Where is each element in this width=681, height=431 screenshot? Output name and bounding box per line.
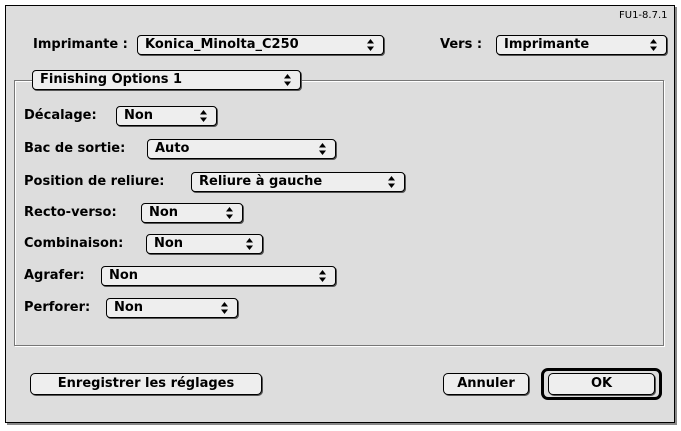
up-down-arrows-icon xyxy=(318,267,327,285)
up-down-arrows-icon xyxy=(220,299,229,317)
binding-position-popup[interactable]: Reliure à gauche xyxy=(191,172,405,192)
printer-popup[interactable]: Konica_Minolta_C250 xyxy=(137,35,384,55)
punch-popup-value: Non xyxy=(114,300,144,315)
ok-button[interactable]: OK xyxy=(548,373,655,395)
staple-popup[interactable]: Non xyxy=(101,266,336,286)
up-down-arrows-icon xyxy=(225,204,234,222)
offset-label: Décalage: xyxy=(24,108,97,123)
output-tray-label: Bac de sortie: xyxy=(24,141,126,156)
up-down-arrows-icon xyxy=(199,107,208,125)
up-down-arrows-icon xyxy=(283,71,292,89)
staple-label: Agrafer: xyxy=(24,268,85,283)
duplex-label: Recto-verso: xyxy=(24,205,117,220)
staple-popup-value: Non xyxy=(109,268,139,283)
up-down-arrows-icon xyxy=(245,235,254,253)
printer-popup-value: Konica_Minolta_C250 xyxy=(145,37,299,52)
duplex-popup[interactable]: Non xyxy=(141,203,243,223)
destination-popup[interactable]: Imprimante xyxy=(496,35,667,55)
panel-selector-popup[interactable]: Finishing Options 1 xyxy=(32,70,301,90)
combination-popup[interactable]: Non xyxy=(146,234,263,254)
punch-popup[interactable]: Non xyxy=(106,298,238,318)
version-label: FU1-8.7.1 xyxy=(619,10,668,21)
up-down-arrows-icon xyxy=(649,36,658,54)
offset-popup-value: Non xyxy=(124,108,154,123)
binding-position-label: Position de reliure: xyxy=(24,174,165,189)
up-down-arrows-icon xyxy=(387,173,396,191)
panel-selector-value: Finishing Options 1 xyxy=(40,72,183,87)
save-settings-button[interactable]: Enregistrer les réglages xyxy=(30,373,262,395)
destination-label: Vers : xyxy=(440,37,483,52)
offset-popup[interactable]: Non xyxy=(116,106,217,126)
duplex-popup-value: Non xyxy=(149,205,179,220)
cancel-button[interactable]: Annuler xyxy=(443,373,529,395)
output-tray-popup-value: Auto xyxy=(155,141,190,156)
binding-position-popup-value: Reliure à gauche xyxy=(199,174,323,189)
destination-popup-value: Imprimante xyxy=(504,37,590,52)
printer-label: Imprimante : xyxy=(33,37,128,52)
combination-popup-value: Non xyxy=(154,236,184,251)
combination-label: Combinaison: xyxy=(24,236,124,251)
output-tray-popup[interactable]: Auto xyxy=(147,139,336,159)
punch-label: Perforer: xyxy=(24,300,91,315)
up-down-arrows-icon xyxy=(318,140,327,158)
up-down-arrows-icon xyxy=(366,36,375,54)
